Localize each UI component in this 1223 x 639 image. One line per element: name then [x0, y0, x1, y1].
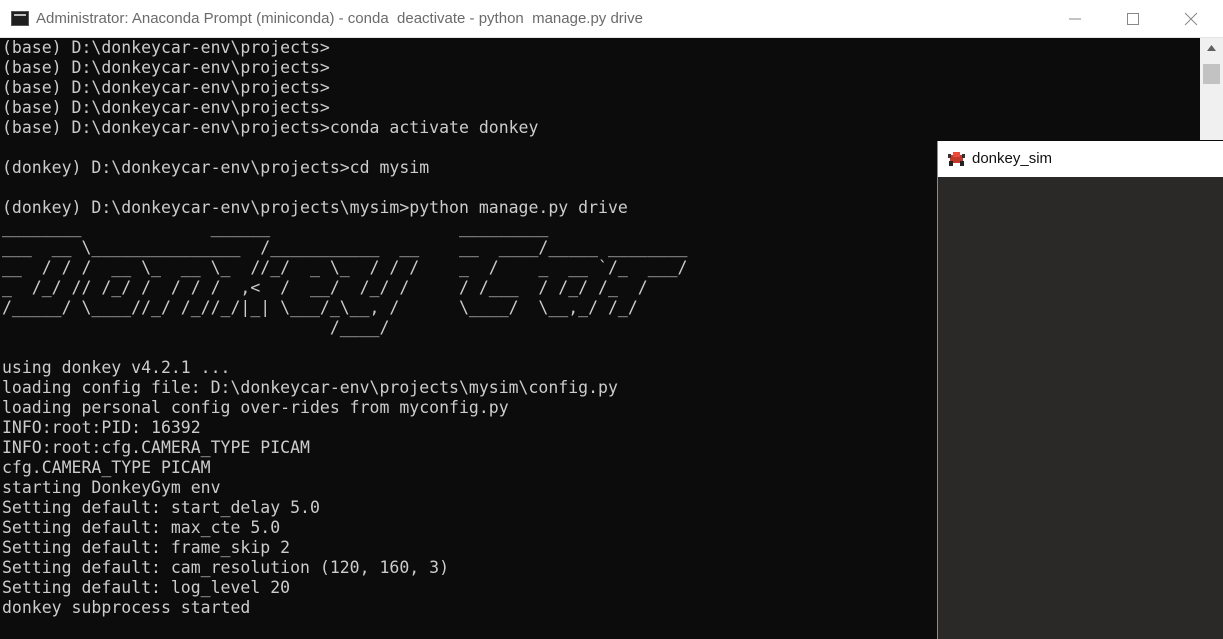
console-line: INFO:root:PID: 16392	[2, 418, 201, 437]
minimize-button[interactable]	[1046, 0, 1104, 38]
minimize-icon	[1069, 18, 1081, 20]
scroll-thumb[interactable]	[1203, 64, 1220, 84]
console-line: (base) D:\donkeycar-env\projects>	[2, 98, 330, 117]
console-line: donkey subprocess started	[2, 598, 251, 617]
close-icon	[1184, 12, 1198, 26]
close-button[interactable]	[1162, 0, 1220, 38]
sim-titlebar[interactable]: donkey_sim	[938, 141, 1223, 177]
maximize-icon	[1127, 13, 1139, 25]
banner-line: /____/	[2, 318, 390, 337]
console-line: loading personal config over-rides from …	[2, 398, 509, 417]
banner-line: /_____/ \____//_/ /_//_/|_| \___/_\__, /…	[2, 298, 638, 317]
console-title: Administrator: Anaconda Prompt (minicond…	[36, 10, 643, 27]
console-line: (donkey) D:\donkeycar-env\projects>cd my…	[2, 158, 430, 177]
console-line: (base) D:\donkeycar-env\projects>	[2, 78, 330, 97]
banner-line: ___ __ \_______________ /___________ __ …	[2, 238, 688, 257]
console-line: using donkey v4.2.1 ...	[2, 358, 231, 377]
console-line: (base) D:\donkeycar-env\projects>	[2, 38, 330, 57]
console-line: Setting default: start_delay 5.0	[2, 498, 320, 517]
console-scrollbar[interactable]	[1200, 38, 1223, 140]
console-line: (base) D:\donkeycar-env\projects>conda a…	[2, 118, 539, 137]
banner-line: ________ ______ _________	[2, 218, 549, 237]
console-line: Setting default: frame_skip 2	[2, 538, 291, 557]
banner-line: _ /_/ // /_/ / / / / ,< / __/ /_/ / / /_…	[2, 278, 648, 297]
scroll-up-button[interactable]	[1200, 38, 1223, 58]
maximize-button[interactable]	[1104, 0, 1162, 38]
console-line: starting DonkeyGym env	[2, 478, 221, 497]
console-line: Setting default: log_level 20	[2, 578, 291, 597]
donkey-sim-app-icon	[948, 152, 965, 166]
console-line: loading config file: D:\donkeycar-env\pr…	[2, 378, 618, 397]
console-line: (base) D:\donkeycar-env\projects>	[2, 58, 330, 77]
console-line: INFO:root:cfg.CAMERA_TYPE PICAM	[2, 438, 310, 457]
scroll-up-arrow-icon	[1207, 45, 1216, 51]
donkey-sim-window[interactable]: donkey_sim	[937, 141, 1223, 639]
console-line: cfg.CAMERA_TYPE PICAM	[2, 458, 211, 477]
console-titlebar[interactable]: Administrator: Anaconda Prompt (minicond…	[0, 0, 1223, 38]
console-line: (donkey) D:\donkeycar-env\projects\mysim…	[2, 198, 628, 217]
sim-window-title: donkey_sim	[972, 150, 1053, 167]
terminal-icon	[11, 11, 29, 26]
console-line: Setting default: max_cte 5.0	[2, 518, 281, 537]
console-line: Setting default: cam_resolution (120, 16…	[2, 558, 450, 577]
banner-line: __ / / / __ \_ __ \_ //_/ _ \_ / / / _ /…	[2, 258, 688, 277]
